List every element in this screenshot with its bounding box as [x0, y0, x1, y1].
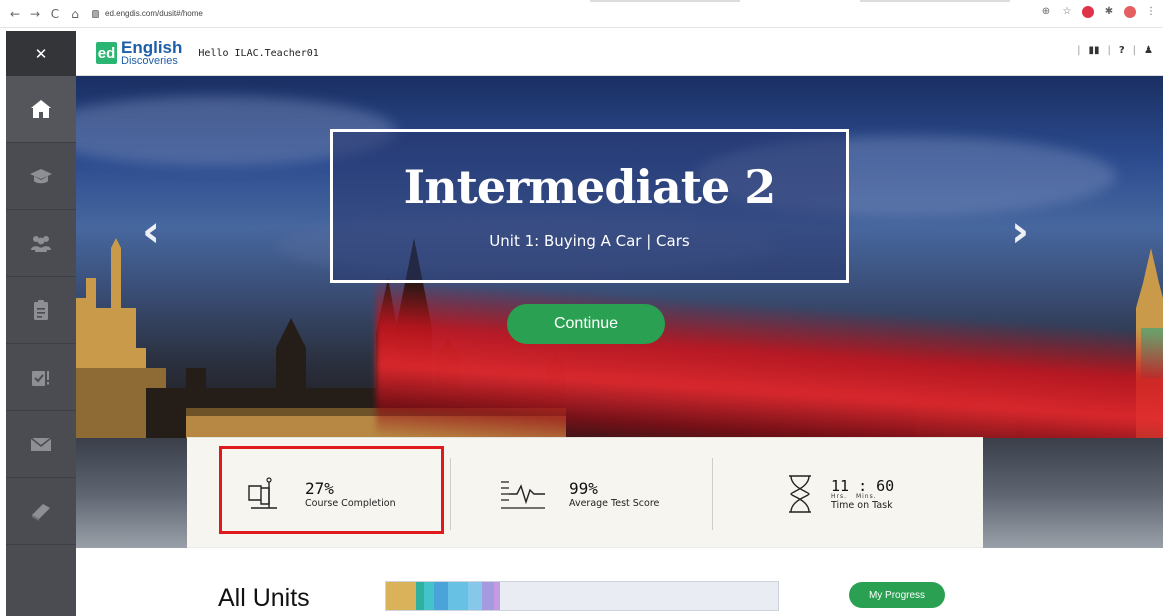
english-discoveries-logo[interactable]: ed English Discoveries [96, 37, 183, 67]
close-menu-button[interactable]: ✕ [6, 31, 76, 76]
progress-segment [424, 582, 434, 610]
minutes-unit: Mins. [855, 493, 877, 500]
sidebar-item-home[interactable] [6, 76, 76, 143]
puzzle-extension-icon[interactable]: ✱ [1103, 6, 1115, 18]
sidebar-item-library[interactable] [6, 478, 76, 545]
progress-segment [448, 582, 468, 610]
reload-icon[interactable]: C [46, 7, 64, 21]
graduation-cap-icon [30, 169, 52, 184]
divider: | [1077, 45, 1081, 56]
logo-line-1: English [121, 37, 183, 57]
sidebar-item-courses[interactable] [6, 143, 76, 210]
pulse-chart-icon [501, 481, 545, 509]
forward-arrow-icon[interactable]: → [26, 7, 44, 21]
zoom-icon[interactable]: ⊕ [1040, 6, 1052, 18]
hours-unit: Hrs. [831, 493, 848, 500]
previous-course-arrow-icon[interactable]: ‹ [142, 206, 160, 257]
clipboard-icon [34, 300, 48, 320]
sidebar-item-tests[interactable] [6, 277, 76, 344]
app-header: ed English Discoveries Hello ILAC.Teache… [76, 31, 1163, 76]
progress-segment [494, 582, 500, 610]
book-menu-icon[interactable]: ▮▮ [1088, 45, 1099, 56]
home-browser-icon[interactable]: ⌂ [66, 7, 84, 21]
help-icon[interactable]: ? [1119, 45, 1125, 56]
course-title-box: Intermediate 2 Unit 1: Buying A Car | Ca… [330, 129, 849, 283]
units-progress-bar[interactable] [385, 581, 779, 611]
user-icon[interactable]: ♟ [1144, 45, 1153, 56]
browser-menu-icon[interactable]: ⋮ [1145, 6, 1157, 18]
my-progress-button[interactable]: My Progress [849, 582, 945, 608]
progress-segment [386, 582, 416, 610]
completion-highlight-box [219, 446, 444, 534]
lock-icon [92, 9, 99, 18]
average-test-score-stat: 99% Average Test Score [499, 456, 659, 532]
sidebar-item-messages[interactable] [6, 411, 76, 478]
logo-mark: ed [96, 42, 117, 64]
all-units-section: All Units My Progress [187, 547, 983, 616]
back-arrow-icon[interactable]: ← [6, 7, 24, 21]
next-course-arrow-icon[interactable]: › [1011, 206, 1029, 257]
home-icon [31, 100, 51, 118]
progress-segment [482, 582, 494, 610]
score-value: 99% [569, 479, 598, 498]
url-text: ed.engdis.com/dusit#/home [105, 9, 203, 18]
greeting-text: Hello ILAC.Teacher01 [198, 47, 319, 59]
sidebar-item-assignments[interactable] [6, 344, 76, 411]
all-units-title: All Units [218, 584, 310, 612]
group-icon [31, 236, 51, 252]
divider: | [1132, 45, 1137, 56]
progress-segment [416, 582, 424, 610]
profile-avatar-icon[interactable] [1124, 6, 1136, 18]
stat-divider [450, 458, 451, 530]
adblock-extension-icon[interactable] [1082, 6, 1094, 18]
hourglass-icon [789, 475, 811, 513]
address-bar[interactable]: ed.engdis.com/dusit#/home [92, 9, 203, 18]
continue-button[interactable]: Continue [507, 304, 665, 344]
sidebar-item-classes[interactable] [6, 210, 76, 277]
left-sidebar: ✕ [6, 31, 76, 616]
time-on-task-stat: 11 : 60 Hrs. Mins. Time on Task [787, 456, 894, 532]
progress-segment [468, 582, 482, 610]
progress-segment [434, 582, 448, 610]
star-icon[interactable]: ☆ [1061, 6, 1073, 18]
score-label: Average Test Score [569, 498, 660, 509]
browser-toolbar: ← → C ⌂ ed.engdis.com/dusit#/home ⊕ ☆ ✱ … [0, 0, 1163, 28]
stat-divider [712, 458, 713, 530]
time-label: Time on Task [831, 500, 893, 511]
close-icon: ✕ [34, 44, 48, 63]
unit-subtitle: Unit 1: Buying A Car | Cars [489, 232, 690, 250]
logo-line-2: Discoveries [121, 54, 178, 67]
book-icon [32, 504, 50, 521]
assignments-icon [32, 371, 49, 386]
course-title: Intermediate 2 [403, 160, 777, 214]
divider: | [1107, 45, 1111, 56]
envelope-icon [30, 437, 52, 451]
tab-strip-divider [590, 0, 740, 2]
tab-strip-divider [860, 0, 1010, 2]
